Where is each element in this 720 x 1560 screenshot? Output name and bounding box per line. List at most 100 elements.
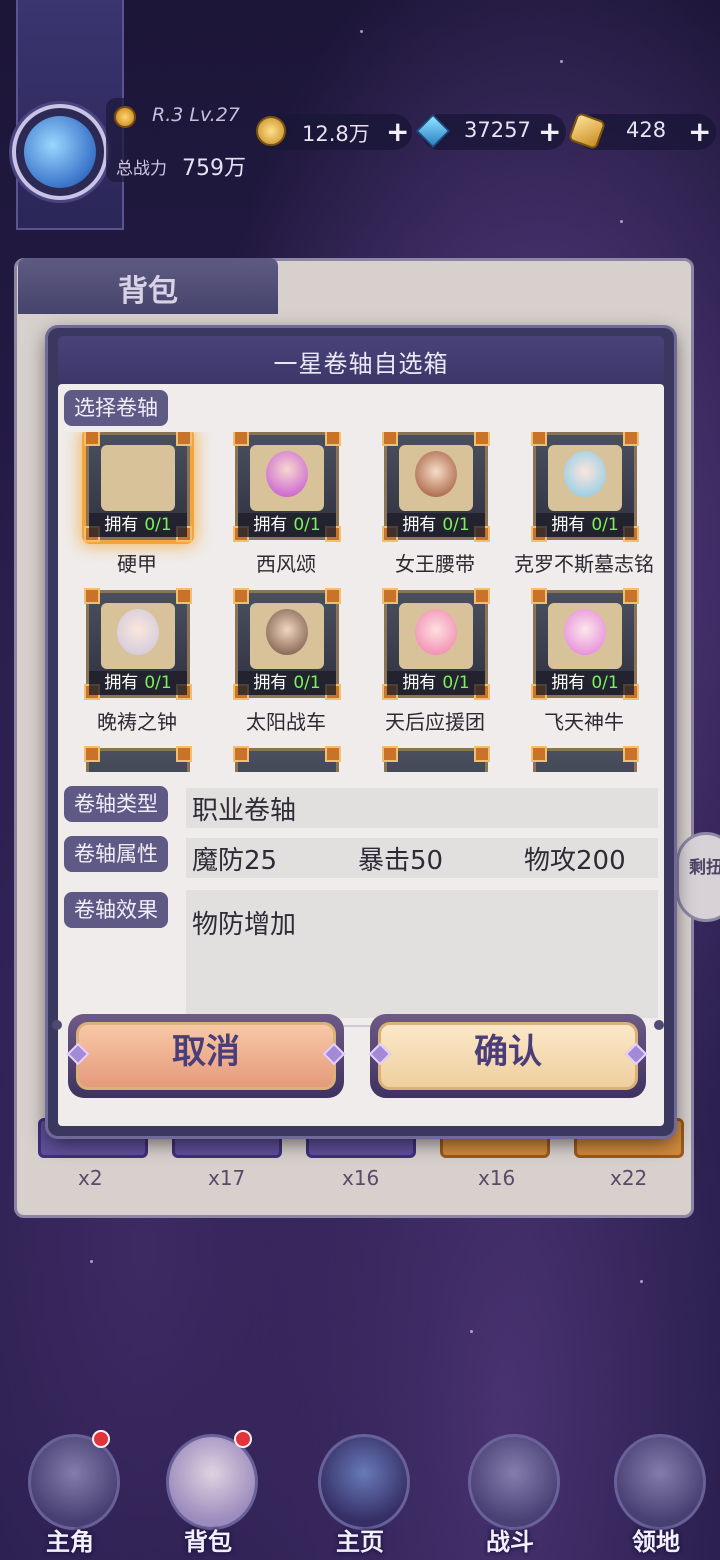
nav-battle[interactable]: 战斗 (450, 1420, 570, 1560)
gold-coin-icon (256, 116, 286, 146)
rank-level: R.3 Lv.27 (152, 104, 240, 126)
scroll-effect-value: 物防增加 (192, 910, 297, 940)
divider-dot (52, 1020, 62, 1030)
item-name: 女王腰带 (395, 552, 475, 576)
item-card: 拥有 0/1 (382, 432, 490, 542)
scroll-item-queen-belt[interactable]: 拥有 0/1 女王腰带 (360, 432, 510, 584)
character-portrait-icon (548, 445, 622, 511)
character-portrait-icon (250, 603, 324, 669)
nav-hero[interactable]: 主角 (10, 1420, 130, 1560)
bag-title: 背包 (118, 274, 178, 309)
scroll-select-dialog: 一星卷轴自选箱 选择卷轴 拥有 0/1 硬甲 拥有 0/1 西风颂 拥有 0/1… (48, 328, 674, 1136)
character-portrait-icon (101, 603, 175, 669)
bottom-nav: 主角 背包 主页 战斗 领地 (0, 1420, 720, 1560)
item-name: 天后应援团 (385, 710, 485, 734)
bag-item-count: x17 (208, 1166, 246, 1190)
item-card (531, 746, 639, 772)
scroll-item-partial[interactable] (509, 746, 659, 772)
scroll-item-sun-chariot[interactable]: 拥有 0/1 太阳战车 (211, 588, 361, 742)
background-star (560, 60, 563, 63)
bag-item-count: x16 (478, 1166, 516, 1190)
item-name: 飞天神牛 (544, 710, 624, 734)
dialog-header: 一星卷轴自选箱 (58, 336, 664, 384)
bag-item-count: x2 (78, 1166, 103, 1190)
gold-ticket-icon (567, 111, 607, 151)
scroll-attr-row: 魔防25 暴击50 物攻200 (186, 838, 658, 878)
item-card: 拥有 0/1 (531, 588, 639, 700)
scroll-parchment-icon (101, 445, 175, 511)
owned-count: 拥有 0/1 (536, 671, 634, 695)
nav-bag[interactable]: 背包 (148, 1420, 268, 1560)
side-event-badge[interactable]: 剩扭 (676, 832, 720, 922)
cancel-button[interactable]: 取消 (66, 1014, 346, 1098)
character-portrait-icon (399, 445, 473, 511)
bag-title-tab: 背包 (18, 258, 278, 314)
scroll-item-partial[interactable] (360, 746, 510, 772)
crystal-add-button[interactable]: + (538, 115, 561, 148)
avatar-dragon-icon (24, 116, 96, 188)
nav-battle-label: 战斗 (486, 1527, 534, 1556)
attr-phys-atk: 物攻200 (524, 846, 626, 876)
scroll-grid[interactable]: 拥有 0/1 硬甲 拥有 0/1 西风颂 拥有 0/1 女王腰带 拥有 0/1 … (62, 432, 660, 772)
background-star (620, 220, 623, 223)
character-portrait-icon (548, 603, 622, 669)
owned-count: 拥有 0/1 (89, 671, 187, 695)
nav-home[interactable]: 主页 (300, 1420, 420, 1560)
item-card: 拥有 0/1 (84, 588, 192, 700)
crossed-swords-icon (468, 1434, 560, 1530)
divider-dot (654, 1020, 664, 1030)
nav-territory[interactable]: 领地 (596, 1420, 716, 1560)
background-star (90, 1260, 93, 1263)
cancel-label: 取消 (172, 1032, 240, 1072)
scroll-item-kronos-epitaph[interactable]: 拥有 0/1 克罗不斯墓志铭 (509, 432, 659, 584)
castle-icon (614, 1434, 706, 1530)
select-scroll-label: 选择卷轴 (64, 390, 168, 426)
open-book-icon (318, 1434, 410, 1530)
scroll-effect-row: 物防增加 (186, 890, 658, 1018)
nav-bag-label: 背包 (184, 1527, 232, 1556)
item-card (84, 746, 192, 772)
item-card (382, 746, 490, 772)
power-label: 总战力 (116, 159, 167, 179)
scroll-item-partial[interactable] (62, 746, 212, 772)
player-avatar[interactable] (12, 104, 108, 200)
crystal-value: 37257 (464, 118, 531, 142)
item-card (233, 746, 341, 772)
owned-count: 拥有 0/1 (536, 513, 634, 537)
background-star (360, 30, 363, 33)
scroll-item-west-wind[interactable]: 拥有 0/1 西风颂 (211, 432, 361, 584)
scroll-item-hard-armor[interactable]: 拥有 0/1 硬甲 (62, 432, 212, 584)
bag-item-count: x16 (342, 1166, 380, 1190)
notification-dot (234, 1430, 252, 1448)
scroll-attr-label: 卷轴属性 (64, 836, 168, 872)
ticket-add-button[interactable]: + (688, 115, 711, 148)
player-info-panel: R.3 Lv.27 总战力 759万 (106, 98, 260, 182)
item-name: 克罗不斯墓志铭 (514, 552, 654, 576)
gold-add-button[interactable]: + (386, 115, 409, 148)
blue-crystal-icon (416, 114, 450, 148)
item-card: 拥有 0/1 (531, 432, 639, 542)
scroll-item-partial[interactable] (211, 746, 361, 772)
owned-count: 拥有 0/1 (89, 513, 187, 537)
scroll-effect-label: 卷轴效果 (64, 892, 168, 928)
item-card: 拥有 0/1 (233, 588, 341, 700)
hooded-hero-icon (28, 1434, 120, 1530)
owned-count: 拥有 0/1 (387, 671, 485, 695)
item-card: 拥有 0/1 (233, 432, 341, 542)
dialog-title: 一星卷轴自选箱 (273, 350, 449, 378)
scroll-item-flying-bull[interactable]: 拥有 0/1 飞天神牛 (509, 588, 659, 742)
scroll-item-vesper-bell[interactable]: 拥有 0/1 晚祷之钟 (62, 588, 212, 742)
attr-crit: 暴击50 (358, 846, 444, 876)
item-name: 晚祷之钟 (97, 710, 177, 734)
item-name: 硬甲 (117, 552, 157, 576)
background-star (470, 1330, 473, 1333)
item-name: 西风颂 (256, 552, 316, 576)
ticket-value: 428 (626, 118, 667, 142)
nav-hero-label: 主角 (46, 1527, 94, 1556)
side-badge-label: 剩扭 (689, 858, 720, 878)
item-card: 拥有 0/1 (382, 588, 490, 700)
notification-dot (92, 1430, 110, 1448)
item-card: 拥有 0/1 (84, 432, 192, 542)
confirm-button[interactable]: 确认 (368, 1014, 648, 1098)
scroll-item-queen-cheer-team[interactable]: 拥有 0/1 天后应援团 (360, 588, 510, 742)
